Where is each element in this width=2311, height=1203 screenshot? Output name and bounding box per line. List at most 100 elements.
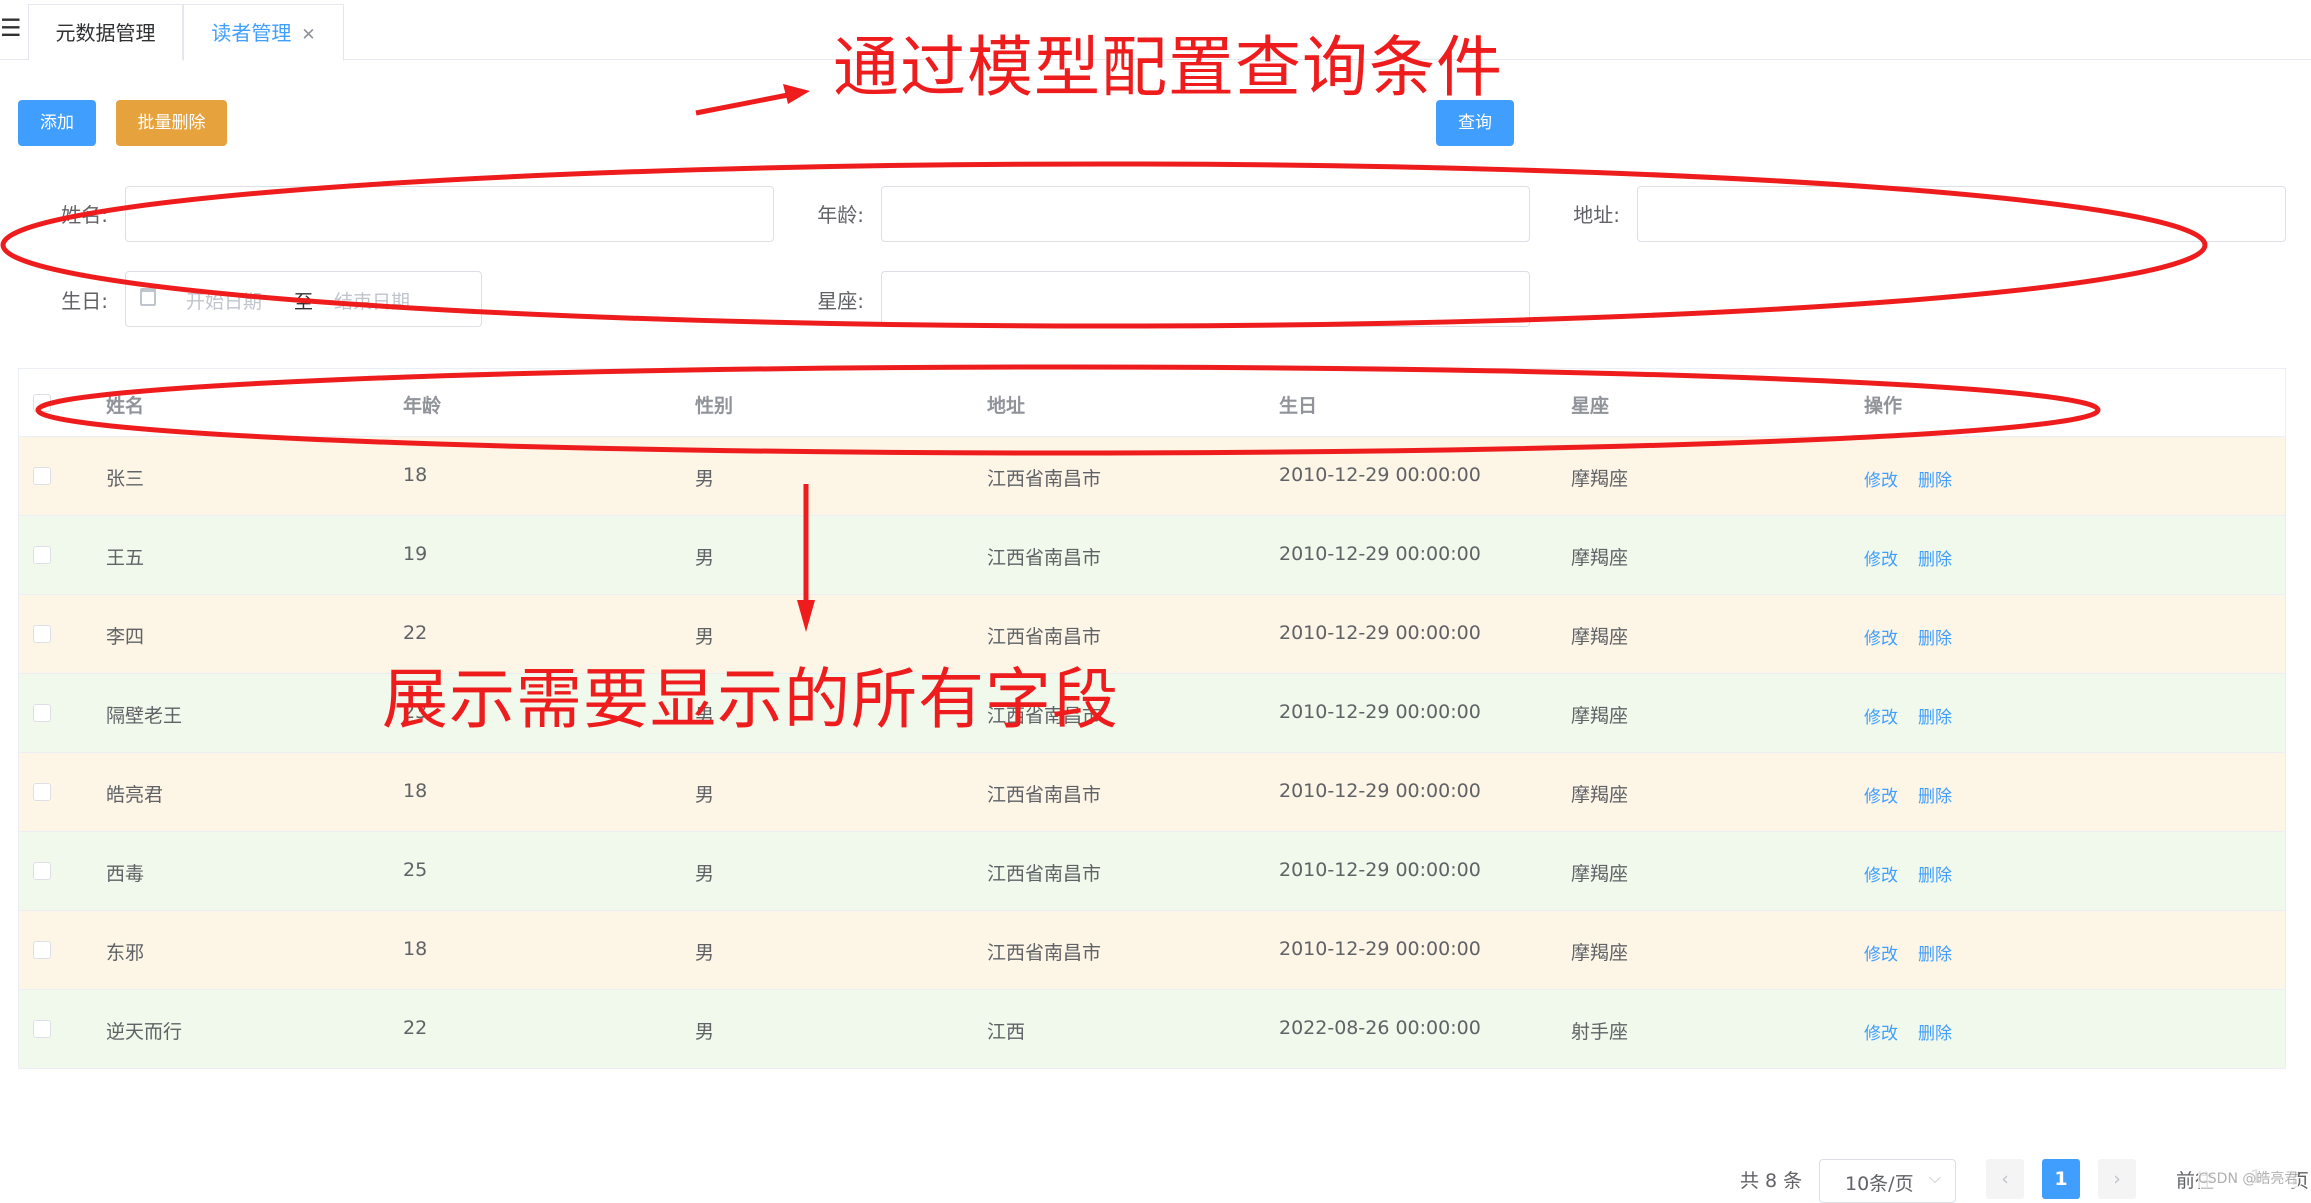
- cell-address: 江西省南昌市: [987, 942, 1102, 964]
- cell-gender: 男: [695, 784, 715, 806]
- row-checkbox[interactable]: [33, 941, 51, 959]
- address-label: 地址:: [1573, 203, 1620, 227]
- cell-age: 22: [403, 622, 428, 644]
- page-size-value: 10条/页: [1845, 1173, 1914, 1195]
- birthday-label: 生日:: [61, 289, 108, 313]
- cell-gender: 男: [695, 863, 715, 885]
- table-row: 东邪 18 男 江西省南昌市 2010-12-29 00:00:00 摩羯座 修…: [19, 911, 2285, 990]
- table-row: 逆天而行 22 男 江西 2022-08-26 00:00:00 射手座 修改 …: [19, 990, 2285, 1068]
- edit-link[interactable]: 修改: [1864, 624, 1898, 649]
- cell-constellation: 摩羯座: [1571, 784, 1629, 806]
- row-checkbox[interactable]: [33, 783, 51, 801]
- start-date-placeholder[interactable]: 开始日期: [186, 287, 262, 314]
- edit-link[interactable]: 修改: [1864, 545, 1898, 570]
- cell-birthday: 2022-08-26 00:00:00: [1279, 1017, 1481, 1039]
- delete-link[interactable]: 删除: [1918, 1019, 1952, 1044]
- menu-fold-icon[interactable]: ☰: [0, 16, 22, 40]
- cell-name: 张三: [106, 468, 145, 490]
- cell-gender: 男: [695, 942, 715, 964]
- row-checkbox[interactable]: [33, 625, 51, 643]
- edit-link[interactable]: 修改: [1864, 861, 1898, 886]
- row-checkbox[interactable]: [33, 1020, 51, 1038]
- cell-age: 18: [403, 780, 428, 802]
- row-checkbox[interactable]: [33, 862, 51, 880]
- tab-label: 读者管理: [211, 21, 292, 45]
- delete-link[interactable]: 删除: [1918, 703, 1952, 728]
- cell-age: 18: [403, 464, 428, 486]
- calendar-icon: [140, 288, 156, 306]
- pagination-total: 共 8 条: [1740, 1170, 1803, 1192]
- edit-link[interactable]: 修改: [1864, 782, 1898, 807]
- page-number-button[interactable]: 1: [2042, 1159, 2080, 1199]
- tab-metadata-management[interactable]: 元数据管理: [28, 4, 183, 60]
- add-button[interactable]: 添加: [18, 100, 96, 146]
- name-input[interactable]: [125, 186, 774, 242]
- cell-address: 江西省南昌市: [987, 863, 1102, 885]
- delete-link[interactable]: 删除: [1918, 545, 1952, 570]
- cell-address: 江西: [987, 1021, 1026, 1043]
- date-separator: 至: [294, 291, 314, 313]
- delete-link[interactable]: 删除: [1918, 624, 1952, 649]
- row-checkbox[interactable]: [33, 546, 51, 564]
- cell-gender: 男: [695, 626, 715, 648]
- row-checkbox[interactable]: [33, 704, 51, 722]
- cell-address: 江西省南昌市: [987, 547, 1102, 569]
- constellation-label: 星座:: [817, 289, 864, 313]
- cell-name: 东邪: [106, 942, 145, 964]
- select-all-checkbox[interactable]: [33, 394, 51, 412]
- cell-name: 西毒: [106, 863, 145, 885]
- cell-birthday: 2010-12-29 00:00:00: [1279, 780, 1481, 802]
- address-input[interactable]: [1637, 186, 2286, 242]
- column-header-age: 年龄: [403, 395, 442, 417]
- close-icon[interactable]: ✕: [301, 25, 315, 45]
- table-row: 皓亮君 18 男 江西省南昌市 2010-12-29 00:00:00 摩羯座 …: [19, 753, 2285, 832]
- row-checkbox[interactable]: [33, 467, 51, 485]
- cell-name: 王五: [106, 547, 145, 569]
- delete-link[interactable]: 删除: [1918, 466, 1952, 491]
- chevron-down-icon: ⌵: [1928, 1168, 1941, 1187]
- edit-link[interactable]: 修改: [1864, 940, 1898, 965]
- reader-table: 姓名 年龄 性别 地址 生日 星座 操作 张三 18 男 江西省南昌市 2010…: [18, 368, 2286, 1069]
- delete-link[interactable]: 删除: [1918, 940, 1952, 965]
- cell-age: 19: [403, 543, 428, 565]
- cell-constellation: 摩羯座: [1571, 863, 1629, 885]
- edit-link[interactable]: 修改: [1864, 466, 1898, 491]
- age-label: 年龄:: [817, 203, 864, 227]
- edit-link[interactable]: 修改: [1864, 1019, 1898, 1044]
- cell-gender: 男: [695, 547, 715, 569]
- table-row: 王五 19 男 江西省南昌市 2010-12-29 00:00:00 摩羯座 修…: [19, 516, 2285, 595]
- batch-delete-button[interactable]: 批量删除: [116, 100, 227, 146]
- birthday-date-range-picker[interactable]: 开始日期 至 结束日期: [125, 271, 482, 327]
- cell-birthday: 2010-12-29 00:00:00: [1279, 543, 1481, 565]
- cell-constellation: 射手座: [1571, 1021, 1629, 1043]
- edit-link[interactable]: 修改: [1864, 703, 1898, 728]
- arrow-top-head: [783, 84, 810, 104]
- cell-age: 18: [403, 938, 428, 960]
- cell-age: 25: [403, 859, 428, 881]
- prev-page-button[interactable]: ‹: [1986, 1159, 2024, 1199]
- csdn-watermark: CSDN @皓亮君: [2198, 1168, 2299, 1188]
- cell-constellation: 摩羯座: [1571, 705, 1629, 727]
- cell-address: 江西省南昌市: [987, 626, 1102, 648]
- page-size-select[interactable]: 10条/页 ⌵: [1819, 1159, 1956, 1203]
- cell-constellation: 摩羯座: [1571, 468, 1629, 490]
- cell-constellation: 摩羯座: [1571, 626, 1629, 648]
- next-page-button[interactable]: ›: [2098, 1159, 2136, 1199]
- cell-birthday: 2010-12-29 00:00:00: [1279, 859, 1481, 881]
- cell-address: 江西省南昌市: [987, 468, 1102, 490]
- arrow-top-shaft: [695, 91, 794, 116]
- name-label: 姓名:: [61, 203, 108, 227]
- cell-address: 江西省南昌市: [987, 784, 1102, 806]
- delete-link[interactable]: 删除: [1918, 861, 1952, 886]
- end-date-placeholder[interactable]: 结束日期: [334, 287, 410, 314]
- cell-name: 皓亮君: [106, 784, 164, 806]
- age-input[interactable]: [881, 186, 1530, 242]
- cell-gender: 男: [695, 1021, 715, 1043]
- tab-reader-management[interactable]: 读者管理 ✕: [183, 4, 344, 61]
- column-header-birthday: 生日: [1279, 395, 1318, 417]
- cell-birthday: 2010-12-29 00:00:00: [1279, 938, 1481, 960]
- constellation-input[interactable]: [881, 271, 1530, 327]
- delete-link[interactable]: 删除: [1918, 782, 1952, 807]
- column-header-gender: 性别: [695, 395, 734, 417]
- cell-gender: 男: [695, 468, 715, 490]
